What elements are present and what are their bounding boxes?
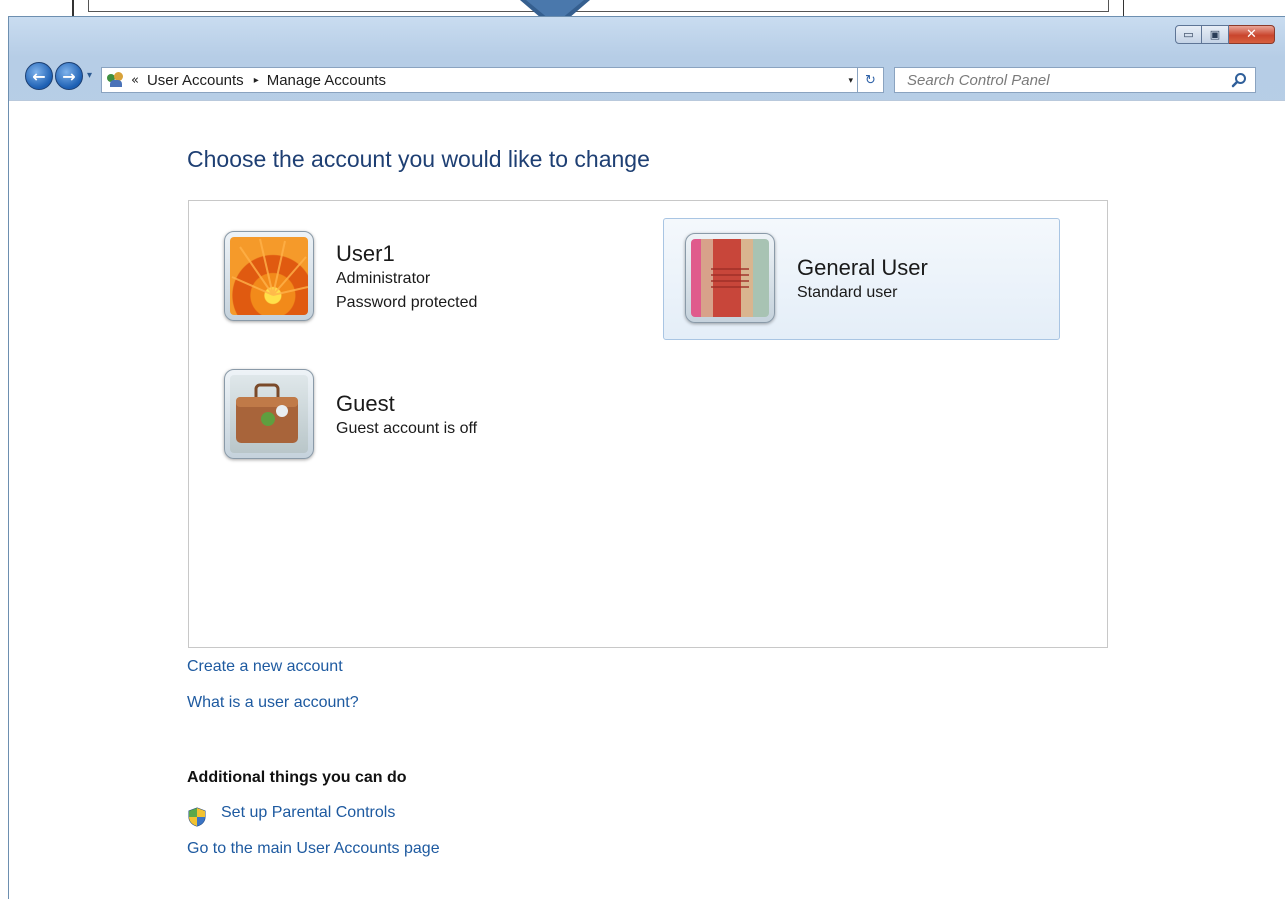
account-tile-general-user[interactable]: General User Standard user (663, 218, 1060, 340)
back-arrow-icon: ← (32, 66, 46, 86)
control-panel-window: ▭ ▣ ✕ ← → ▾ « User Accounts ▸ Manage Acc… (8, 16, 1285, 899)
create-account-link[interactable]: Create a new account (187, 658, 343, 676)
breadcrumb-overflow-chevron[interactable]: « (131, 73, 139, 88)
avatar (224, 369, 314, 459)
page-title: Choose the account you would like to cha… (187, 146, 650, 172)
account-tile-guest[interactable]: Guest Guest account is off (224, 369, 644, 469)
forward-button[interactable]: → (55, 62, 83, 90)
breadcrumb-user-accounts[interactable]: User Accounts (147, 72, 244, 89)
account-password-status: Password protected (336, 294, 478, 311)
search-icon[interactable] (1231, 72, 1247, 88)
account-name: General User (797, 255, 928, 280)
maximize-button[interactable]: ▣ (1202, 25, 1229, 44)
orange-flower-picture (230, 237, 308, 315)
user-accounts-icon (107, 72, 125, 88)
navigation-bar: ← → ▾ « User Accounts ▸ Manage Accounts … (9, 57, 1285, 93)
account-name: User1 (336, 241, 395, 266)
account-name: Guest (336, 391, 395, 416)
main-user-accounts-link[interactable]: Go to the main User Accounts page (187, 840, 440, 858)
search-input[interactable] (905, 70, 1209, 90)
main-content: Choose the account you would like to cha… (9, 100, 1285, 899)
back-button[interactable]: ← (25, 62, 53, 90)
shield-icon (188, 807, 206, 827)
breadcrumb-separator-arrow-icon[interactable]: ▸ (254, 75, 259, 86)
recent-pages-dropdown[interactable]: ▾ (87, 70, 92, 81)
parental-controls-link[interactable]: Set up Parental Controls (221, 804, 395, 822)
account-tile-user1[interactable]: User1 Administrator Password protected (224, 231, 644, 331)
title-bar[interactable]: ▭ ▣ ✕ (9, 17, 1285, 55)
background-box-bottom (88, 11, 1109, 12)
avatar (224, 231, 314, 321)
address-dropdown-icon[interactable]: ▾ (848, 76, 853, 86)
additional-heading: Additional things you can do (187, 769, 407, 786)
fabric-stripes-picture (691, 239, 769, 317)
close-icon: ✕ (1246, 27, 1257, 42)
search-box[interactable] (894, 67, 1256, 93)
close-button[interactable]: ✕ (1229, 25, 1275, 44)
refresh-button[interactable]: ↻ (857, 67, 883, 93)
account-type: Standard user (797, 284, 898, 301)
suitcase-picture (230, 375, 308, 453)
minimize-icon: ▭ (1183, 28, 1194, 41)
minimize-button[interactable]: ▭ (1175, 25, 1202, 44)
forward-arrow-icon: → (62, 66, 76, 86)
maximize-icon: ▣ (1209, 28, 1221, 41)
accounts-list: User1 Administrator Password protected G… (188, 200, 1108, 648)
avatar (685, 233, 775, 323)
address-bar[interactable]: « User Accounts ▸ Manage Accounts ▾ ↻ (101, 67, 884, 93)
account-status: Guest account is off (336, 420, 478, 437)
caption-buttons: ▭ ▣ ✕ (1175, 25, 1275, 44)
refresh-icon: ↻ (865, 72, 876, 88)
what-is-account-link[interactable]: What is a user account? (187, 694, 359, 712)
account-type: Administrator (336, 270, 431, 287)
breadcrumb-manage-accounts[interactable]: Manage Accounts (267, 72, 386, 89)
